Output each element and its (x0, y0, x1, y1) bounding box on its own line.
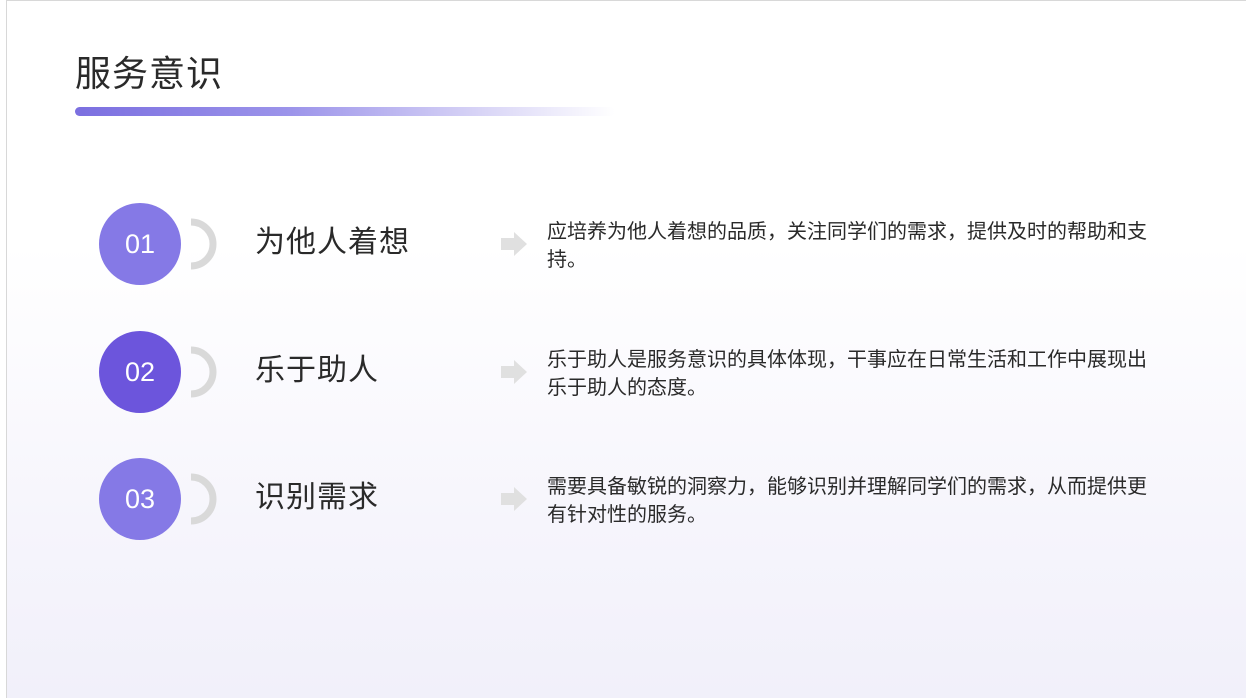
number-label: 03 (124, 483, 156, 514)
number-label: 01 (124, 228, 156, 259)
number-badge: 02 (99, 331, 181, 413)
item-description: 乐于助人是服务意识的具体体现，干事应在日常生活和工作中展现出乐于助人的态度。 (547, 347, 1147, 399)
item-heading: 乐于助人 (255, 353, 379, 388)
item-description: 需要具备敏锐的洞察力，能够识别并理解同学们的需求，从而提供更有针对性的服务。 (547, 474, 1147, 526)
number-badge: 03 (99, 458, 181, 540)
half-ring-icon (190, 218, 217, 270)
list-item: 01 为他人着想 应培养为他人着想的品质，关注同学们的需求，提供及时的帮助和支持… (7, 203, 1246, 287)
item-heading: 识别需求 (255, 480, 379, 515)
list-item: 03 识别需求 需要具备敏锐的洞察力，能够识别并理解同学们的需求，从而提供更有针… (7, 458, 1246, 542)
number-label: 02 (124, 356, 156, 387)
slide-title: 服务意识 (75, 54, 224, 95)
arrow-right-icon (501, 487, 527, 511)
arrow-right-icon (501, 232, 527, 256)
half-ring-icon (190, 346, 217, 398)
title-underline (75, 107, 615, 116)
half-ring-icon (190, 473, 217, 525)
list-item: 02 乐于助人 乐于助人是服务意识的具体体现，干事应在日常生活和工作中展现出乐于… (7, 331, 1246, 415)
slide: 服务意识 01 为他人着想 应培养为他人着想的品质，关注同学们的需求，提供及时的… (6, 0, 1246, 698)
item-heading: 为他人着想 (255, 225, 410, 260)
item-description: 应培养为他人着想的品质，关注同学们的需求，提供及时的帮助和支持。 (547, 219, 1147, 271)
arrow-right-icon (501, 360, 527, 384)
number-badge: 01 (99, 203, 181, 285)
